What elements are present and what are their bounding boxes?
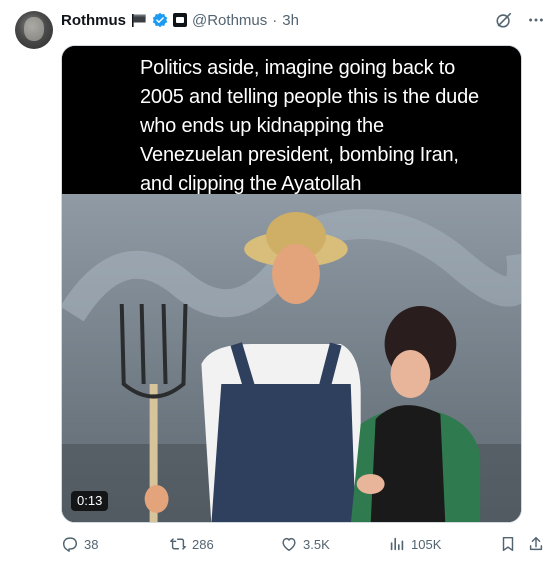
timestamp[interactable]: 3h <box>282 12 299 29</box>
separator-dot: · <box>272 11 278 29</box>
more-icon[interactable] <box>527 11 545 29</box>
video-caption: Politics aside, imagine going back to 20… <box>62 46 521 195</box>
reply-count: 38 <box>84 536 99 552</box>
bookmark-icon <box>502 536 514 552</box>
tweet-top-actions <box>495 11 545 29</box>
reply-icon <box>62 537 78 552</box>
tweet-header: Rothmus @Rothmus · 3h <box>61 10 299 30</box>
video-frame <box>62 194 521 522</box>
author-name[interactable]: Rothmus <box>61 12 126 29</box>
grok-icon[interactable] <box>495 11 513 29</box>
tweet-actions: 38 286 3.5K 105K <box>61 534 547 554</box>
share-button[interactable] <box>527 534 545 554</box>
views-count: 105K <box>411 536 442 552</box>
heart-icon <box>282 537 296 552</box>
flag-icon <box>132 14 146 27</box>
reply-button[interactable]: 38 <box>61 534 98 554</box>
like-button[interactable]: 3.5K <box>280 534 330 554</box>
repost-icon <box>170 538 186 550</box>
video-duration-badge: 0:13 <box>71 491 109 511</box>
verified-icon <box>152 12 168 28</box>
repost-button[interactable]: 286 <box>169 534 214 554</box>
views-button[interactable]: 105K <box>388 534 441 554</box>
repost-count: 286 <box>192 536 214 552</box>
like-count: 3.5K <box>303 536 330 552</box>
share-icon <box>529 536 543 551</box>
video-player[interactable]: Politics aside, imagine going back to 20… <box>61 45 522 523</box>
author-handle[interactable]: @Rothmus <box>192 12 267 29</box>
tweet[interactable]: Rothmus @Rothmus · 3h Politics aside, im… <box>0 0 559 565</box>
affiliate-badge-icon <box>173 13 187 27</box>
bookmark-button[interactable] <box>499 534 517 554</box>
avatar[interactable] <box>15 11 53 49</box>
views-icon <box>390 537 404 551</box>
